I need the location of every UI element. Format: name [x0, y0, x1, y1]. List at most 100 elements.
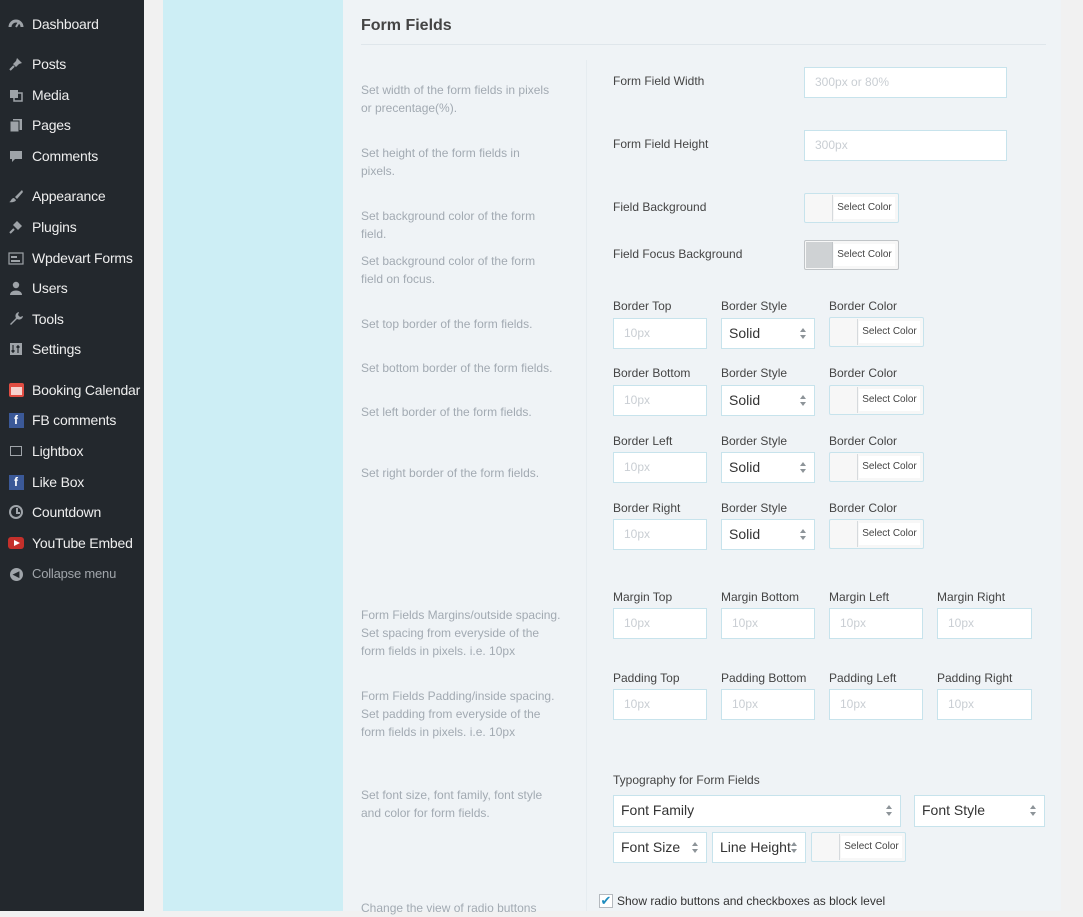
sidebar-item-booking-calendar[interactable]: Booking Calendar [0, 378, 144, 402]
sidebar-item-fb-comments[interactable]: f FB comments [0, 408, 144, 432]
sidebar-item-media[interactable]: Media [0, 83, 144, 107]
select-arrows-icon [1030, 805, 1036, 816]
border-right-style-select[interactable]: Solid [721, 519, 815, 550]
select-color-button[interactable]: Select Color [834, 197, 895, 219]
border-color-label: Border Color [829, 366, 898, 380]
sidebar-item-countdown[interactable]: Countdown [0, 500, 144, 524]
field-focus-background-color-picker[interactable]: Select Color [804, 240, 899, 270]
border-top-color-picker[interactable]: Select Color [829, 317, 924, 347]
sidebar-item-like-box[interactable]: f Like Box [0, 470, 144, 494]
border-bottom-label: Border Bottom [613, 366, 691, 380]
sidebar-item-lightbox[interactable]: Lightbox [0, 439, 144, 463]
sidebar-item-posts[interactable]: Posts [0, 52, 144, 76]
sidebar-item-label: Settings [32, 341, 81, 357]
border-bottom-style-select[interactable]: Solid [721, 385, 815, 416]
sidebar-item-youtube-embed[interactable]: YouTube Embed [0, 531, 144, 555]
select-value: Font Style [922, 802, 986, 818]
field-width-input[interactable]: 300px or 80% [804, 67, 1007, 98]
border-style-label: Border Style [721, 501, 788, 515]
field-background-label: Field Background [613, 200, 707, 214]
color-swatch [831, 319, 858, 345]
select-color-button[interactable]: Select Color [859, 456, 920, 478]
border-right-label: Border Right [613, 501, 681, 515]
focus-background-description: Set background color of the form field o… [361, 254, 536, 286]
field-height-label: Form Field Height [613, 137, 709, 151]
sidebar-item-label: Lightbox [32, 443, 84, 459]
background-description: Set background color of the form field. [361, 209, 536, 241]
field-width-label: Form Field Width [613, 74, 705, 88]
padding-top-input[interactable]: 10px [613, 689, 707, 720]
select-value: Solid [729, 325, 761, 341]
border-top-style-select[interactable]: Solid [721, 318, 815, 349]
facebook-icon: f [8, 412, 24, 428]
padding-left-input[interactable]: 10px [829, 689, 923, 720]
select-color-button[interactable]: Select Color [859, 389, 920, 411]
collapse-menu-button[interactable]: ◀ Collapse menu [0, 562, 144, 586]
sidebar-item-appearance[interactable]: Appearance [0, 184, 144, 208]
border-left-style-select[interactable]: Solid [721, 452, 815, 483]
typography-label: Typography for Form Fields [613, 773, 760, 787]
margin-bottom-label: Margin Bottom [721, 590, 800, 604]
sidebar-item-wpdevart-forms[interactable]: Wpdevart Forms [0, 246, 144, 270]
collapse-menu-label: Collapse menu [32, 566, 117, 581]
user-icon [8, 280, 24, 296]
font-style-select[interactable]: Font Style [914, 795, 1045, 827]
margin-right-input[interactable]: 10px [937, 608, 1032, 639]
border-right-color-picker[interactable]: Select Color [829, 519, 924, 549]
border-color-label: Border Color [829, 434, 898, 448]
margin-top-label: Margin Top [613, 590, 673, 604]
border-left-color-picker[interactable]: Select Color [829, 452, 924, 482]
margin-right-label: Margin Right [937, 590, 1006, 604]
sidebar-item-label: Media [32, 87, 70, 103]
border-color-label: Border Color [829, 299, 898, 313]
radio-block-checkbox[interactable]: ✔ [599, 894, 613, 908]
margin-bottom-input[interactable]: 10px [721, 608, 815, 639]
padding-right-input[interactable]: 10px [937, 689, 1032, 720]
youtube-icon [8, 535, 24, 551]
select-color-button[interactable]: Select Color [859, 523, 920, 545]
field-height-input[interactable]: 300px [804, 130, 1007, 161]
border-left-description: Set left border of the form fields. [361, 405, 532, 419]
border-bottom-color-picker[interactable]: Select Color [829, 385, 924, 415]
sidebar-item-users[interactable]: Users [0, 276, 144, 300]
content-gutter [144, 0, 163, 911]
border-right-size-input[interactable]: 10px [613, 519, 707, 550]
font-family-select[interactable]: Font Family [613, 795, 901, 827]
radio-block-label[interactable]: Show radio buttons and checkboxes as blo… [617, 894, 885, 908]
select-arrows-icon [800, 395, 806, 406]
field-background-color-picker[interactable]: Select Color [804, 193, 899, 223]
select-arrows-icon [692, 842, 698, 853]
margin-left-label: Margin Left [829, 590, 890, 604]
border-bottom-size-input[interactable]: 10px [613, 385, 707, 416]
sidebar-item-settings[interactable]: Settings [0, 337, 144, 361]
border-left-size-input[interactable]: 10px [613, 452, 707, 483]
sidebar-item-plugins[interactable]: Plugins [0, 215, 144, 239]
sidebar-item-label: Dashboard [32, 16, 99, 32]
select-arrows-icon [791, 842, 797, 853]
font-size-select[interactable]: Font Size [613, 832, 707, 863]
comment-icon [8, 148, 24, 164]
border-right-description: Set right border of the form fields. [361, 466, 540, 480]
sidebar-item-pages[interactable]: Pages [0, 113, 144, 137]
select-color-button[interactable]: Select Color [859, 321, 920, 343]
section-title: Form Fields [361, 17, 452, 34]
select-color-button[interactable]: Select Color [834, 244, 895, 266]
padding-right-label: Padding Right [937, 671, 1013, 685]
sidebar-item-dashboard[interactable]: Dashboard [0, 12, 144, 36]
typography-color-picker[interactable]: Select Color [811, 832, 906, 862]
sidebar-item-comments[interactable]: Comments [0, 144, 144, 168]
padding-bottom-input[interactable]: 10px [721, 689, 815, 720]
color-swatch [813, 834, 840, 860]
margin-top-input[interactable]: 10px [613, 608, 707, 639]
margin-left-input[interactable]: 10px [829, 608, 923, 639]
select-color-button[interactable]: Select Color [841, 836, 902, 858]
sidebar-item-tools[interactable]: Tools [0, 307, 144, 331]
line-height-select[interactable]: Line Height [712, 832, 806, 863]
select-value: Solid [729, 392, 761, 408]
border-top-size-input[interactable]: 10px [613, 318, 707, 349]
width-description: Set width of the form fields in pixels o… [361, 83, 550, 115]
plug-icon [8, 219, 24, 235]
border-style-label: Border Style [721, 366, 788, 380]
forms-icon [8, 250, 24, 266]
sidebar-item-label: Booking Calendar [32, 382, 141, 398]
